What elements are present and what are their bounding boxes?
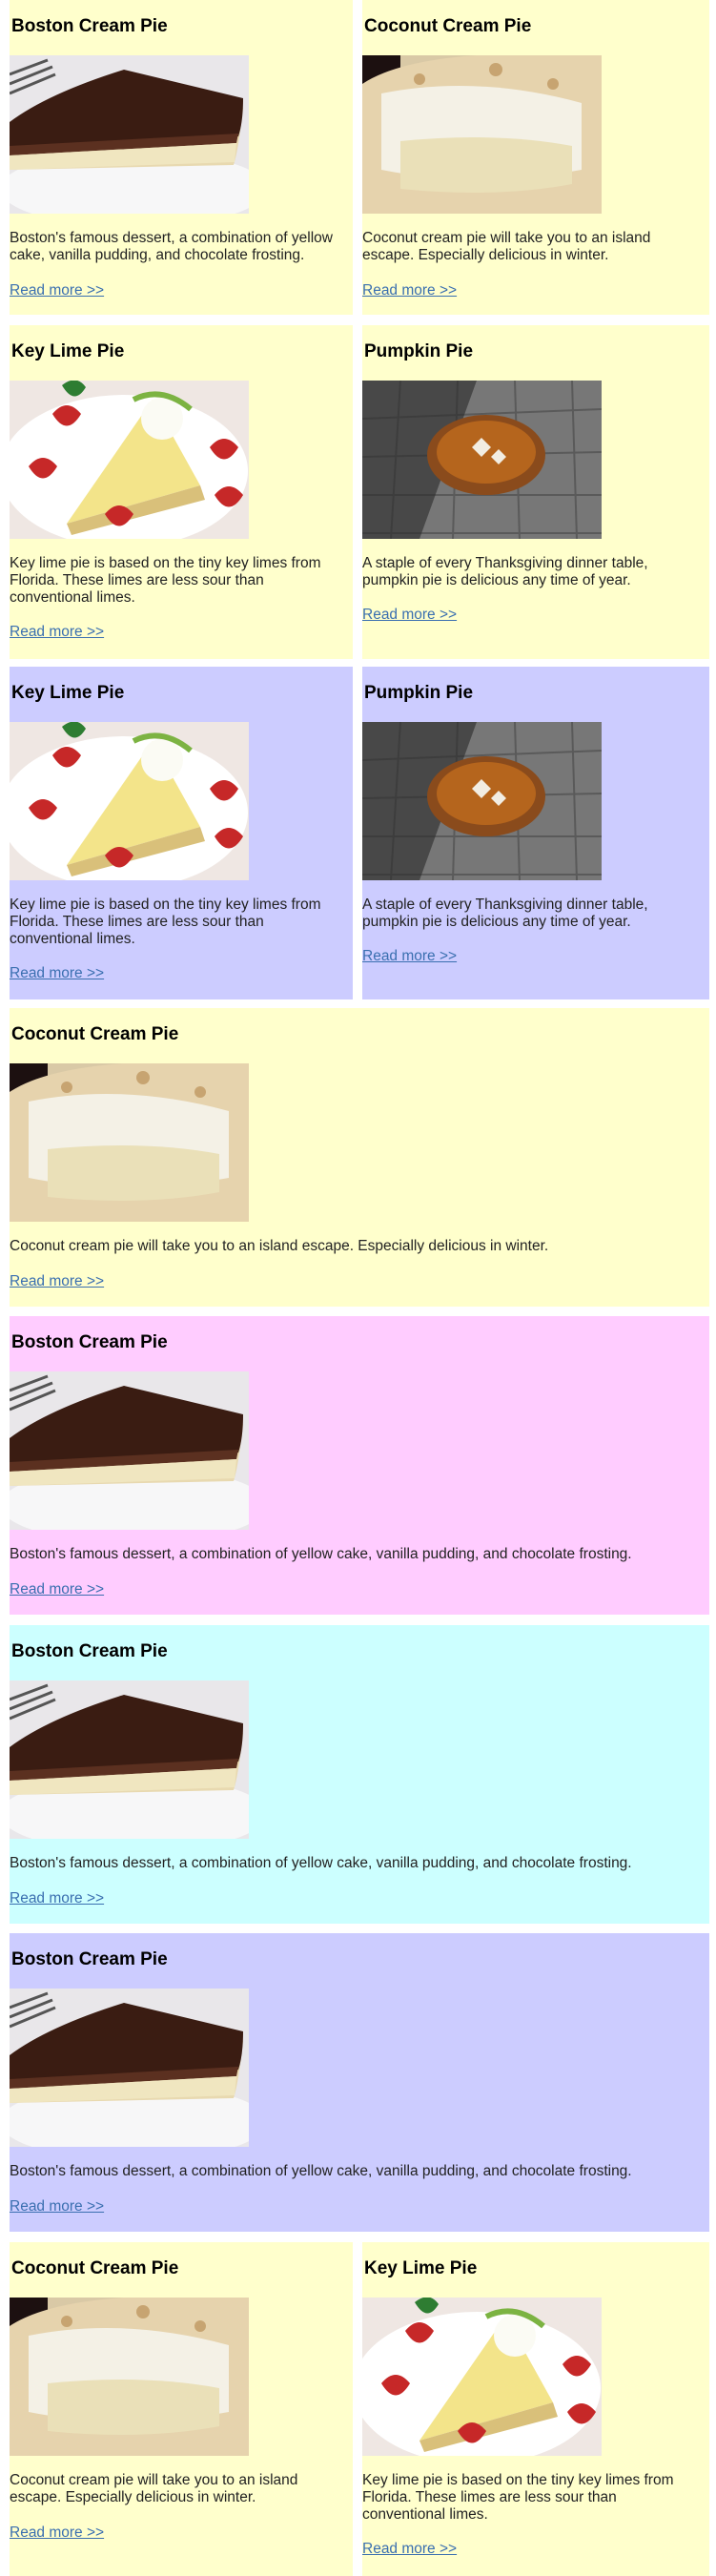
pie-card-boston: Boston Cream Pie Boston's famous dessert… [10, 1933, 709, 2232]
card-description: Boston's famous dessert, a combination o… [10, 2163, 632, 2179]
pie-card-coconut: Coconut Cream Pie Coconut cream pie will… [10, 1008, 709, 1307]
coconut-cream-pie-image [10, 1063, 249, 1222]
card-title: Coconut Cream Pie [11, 2258, 179, 2278]
card-description: A staple of every Thanksgiving dinner ta… [362, 555, 648, 588]
pie-row-4: Coconut Cream Pie Coconut cream pie will… [10, 1008, 709, 1307]
pie-row-8: Coconut Cream Pie Coconut cream pie will… [10, 2242, 709, 2576]
boston-cream-pie-image [10, 1989, 249, 2147]
card-title: Coconut Cream Pie [11, 1024, 179, 1044]
read-more-link[interactable]: Read more >> [362, 282, 457, 299]
pie-card-coconut: Coconut Cream Pie Coconut cream pie will… [362, 0, 709, 315]
card-title: Key Lime Pie [11, 683, 125, 703]
pie-card-boston: Boston Cream Pie Boston's famous dessert… [10, 1625, 709, 1924]
pie-row-5: Boston Cream Pie Boston's famous dessert… [10, 1316, 709, 1615]
pie-card-pumpkin: Pumpkin Pie A staple of every Thanksgivi… [362, 667, 709, 999]
read-more-link[interactable]: Read more >> [10, 624, 104, 641]
card-description: A staple of every Thanksgiving dinner ta… [362, 896, 648, 930]
card-title: Boston Cream Pie [11, 1949, 168, 1969]
read-more-link[interactable]: Read more >> [10, 282, 104, 299]
boston-cream-pie-image [10, 1371, 249, 1530]
card-description: Key lime pie is based on the tiny key li… [362, 2472, 674, 2523]
pie-card-key-lime: Key Lime Pie Key lime pie is based on th… [10, 325, 353, 659]
read-more-link[interactable]: Read more >> [362, 948, 457, 965]
card-title: Key Lime Pie [11, 341, 125, 361]
card-title: Boston Cream Pie [11, 1641, 168, 1661]
key-lime-pie-image [10, 722, 249, 880]
card-description: Boston's famous dessert, a combination o… [10, 1546, 632, 1562]
card-description: Boston's famous dessert, a combination o… [10, 1855, 632, 1871]
pumpkin-pie-image [362, 722, 602, 880]
read-more-link[interactable]: Read more >> [10, 2524, 104, 2542]
boston-cream-pie-image [10, 1680, 249, 1839]
pie-card-boston: Boston Cream Pie Boston's famous dessert… [10, 0, 353, 315]
card-description: Coconut cream pie will take you to an is… [10, 1238, 549, 1254]
coconut-cream-pie-image [10, 2298, 249, 2456]
key-lime-pie-image [10, 381, 249, 539]
read-more-link[interactable]: Read more >> [362, 2541, 457, 2558]
pumpkin-pie-image [362, 381, 602, 539]
card-description: Boston's famous dessert, a combination o… [10, 230, 333, 263]
card-description: Key lime pie is based on the tiny key li… [10, 896, 321, 947]
card-description: Coconut cream pie will take you to an is… [362, 230, 651, 263]
pie-row-7: Boston Cream Pie Boston's famous dessert… [10, 1933, 709, 2232]
card-description: Key lime pie is based on the tiny key li… [10, 555, 321, 606]
pie-card-coconut: Coconut Cream Pie Coconut cream pie will… [10, 2242, 353, 2576]
pie-card-key-lime: Key Lime Pie Key lime pie is based on th… [362, 2242, 709, 2576]
pie-card-pumpkin: Pumpkin Pie A staple of every Thanksgivi… [362, 325, 709, 659]
read-more-link[interactable]: Read more >> [362, 607, 457, 624]
boston-cream-pie-image [10, 55, 249, 214]
pie-row-6: Boston Cream Pie Boston's famous dessert… [10, 1625, 709, 1924]
card-title: Pumpkin Pie [364, 341, 474, 361]
card-title: Boston Cream Pie [11, 1332, 168, 1352]
coconut-cream-pie-image [362, 55, 602, 214]
card-title: Pumpkin Pie [364, 683, 474, 703]
card-description: Coconut cream pie will take you to an is… [10, 2472, 298, 2505]
pie-row-3: Key Lime Pie Key lime pie is based on th… [10, 667, 709, 999]
pie-row-1: Boston Cream Pie Boston's famous dessert… [10, 0, 709, 315]
read-more-link[interactable]: Read more >> [10, 1581, 104, 1598]
pie-card-key-lime: Key Lime Pie Key lime pie is based on th… [10, 667, 353, 999]
card-title: Key Lime Pie [364, 2258, 478, 2278]
read-more-link[interactable]: Read more >> [10, 1890, 104, 1907]
read-more-link[interactable]: Read more >> [10, 1273, 104, 1290]
read-more-link[interactable]: Read more >> [10, 2198, 104, 2215]
read-more-link[interactable]: Read more >> [10, 965, 104, 982]
card-title: Boston Cream Pie [11, 16, 168, 36]
card-title: Coconut Cream Pie [364, 16, 532, 36]
pie-card-boston: Boston Cream Pie Boston's famous dessert… [10, 1316, 709, 1615]
pie-row-2: Key Lime Pie Key lime pie is based on th… [10, 325, 709, 659]
key-lime-pie-image [362, 2298, 602, 2456]
